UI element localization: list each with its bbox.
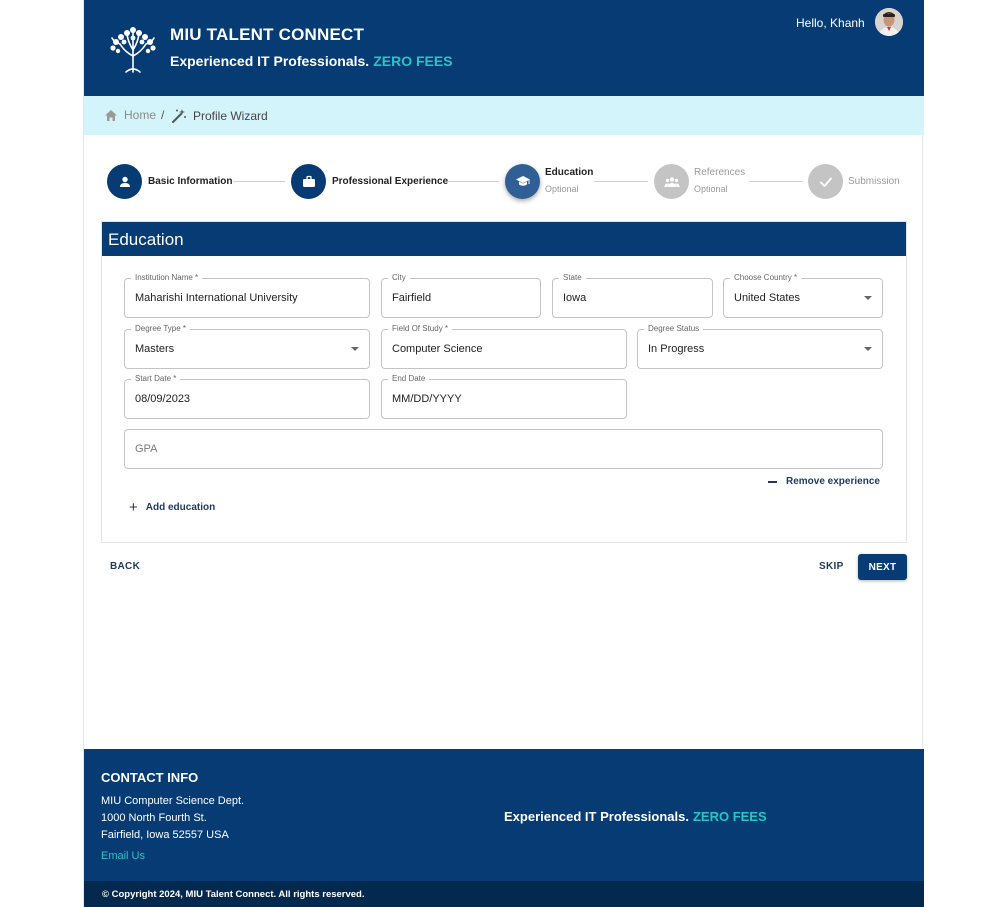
address-line: Fairfield, Iowa 52557 USA — [101, 829, 229, 841]
footer-tagline-highlight: ZERO FEES — [692, 809, 767, 824]
footer-tagline-text: Experienced IT Professionals. — [504, 809, 689, 824]
gpa-field[interactable]: GPA — [124, 429, 883, 469]
start-date-value: 08/09/2023 — [135, 393, 191, 405]
step-connector — [594, 181, 648, 182]
footer-tagline: Experienced IT Professionals. ZERO FEES — [504, 809, 767, 824]
start-date-label: Start Date * — [131, 374, 181, 384]
country-select[interactable]: Choose Country * United States — [723, 273, 883, 318]
step-education[interactable] — [505, 164, 540, 199]
breadcrumb-home-link[interactable]: Home — [104, 108, 156, 122]
person-icon — [119, 176, 130, 187]
avatar-image — [875, 8, 903, 36]
group-icon — [664, 176, 679, 187]
address-line: MIU Computer Science Dept. — [101, 795, 245, 807]
step-label-references: References — [694, 167, 746, 178]
add-education-label: Add education — [145, 502, 216, 513]
step-label-submission: Submission — [848, 176, 900, 187]
address-line: 1000 North Fourth St. — [101, 812, 207, 824]
city-field[interactable]: City Fairfield — [381, 273, 541, 318]
end-date-label: End Date — [388, 374, 430, 384]
institution-name-field[interactable]: Institution Name * Maharishi Internation… — [124, 273, 370, 318]
breadcrumb-separator: / — [161, 108, 165, 122]
start-date-field[interactable]: Start Date * 08/09/2023 — [124, 374, 370, 419]
contact-info-title: CONTACT INFO — [101, 770, 199, 785]
breadcrumb-current: Profile Wizard — [171, 108, 268, 124]
skip-button[interactable]: SKIP — [819, 561, 844, 572]
field-of-study-value: Computer Science — [392, 343, 483, 355]
step-submission[interactable] — [808, 164, 843, 199]
degree-type-value: Masters — [135, 343, 175, 355]
email-us-link[interactable]: Email Us — [101, 850, 145, 862]
step-label-education: Education — [545, 167, 594, 178]
site-header: MIU TALENT CONNECT Experienced IT Profes… — [84, 0, 924, 96]
copyright-text: © Copyright 2024, MIU Talent Connect. Al… — [102, 889, 365, 900]
briefcase-icon — [302, 175, 315, 187]
page: MIU TALENT CONNECT Experienced IT Profes… — [83, 0, 924, 907]
home-icon — [105, 109, 117, 121]
add-education-button[interactable]: + Add education — [129, 498, 216, 516]
user-avatar[interactable] — [875, 8, 903, 36]
tagline-text: Experienced IT Professionals. — [170, 53, 370, 69]
check-icon — [819, 177, 832, 187]
next-button[interactable]: NEXT — [858, 554, 907, 580]
breadcrumb-current-label: Profile Wizard — [193, 109, 268, 123]
step-optional-education: Optional — [545, 184, 579, 194]
tree-logo-icon[interactable] — [108, 22, 158, 74]
step-optional-references: Optional — [694, 184, 728, 194]
step-basic-information[interactable] — [107, 164, 142, 199]
step-connector — [233, 181, 285, 182]
city-value: Fairfield — [392, 292, 432, 304]
end-date-field[interactable]: End Date MM/DD/YYYY — [381, 374, 627, 419]
tagline-highlight: ZERO FEES — [373, 53, 453, 69]
header-tagline: Experienced IT Professionals. ZERO FEES — [170, 53, 453, 69]
degree-status-select[interactable]: Degree Status In Progress — [637, 324, 883, 369]
institution-name-label: Institution Name * — [131, 273, 203, 283]
institution-name-value: Maharishi International University — [135, 292, 298, 304]
dropdown-arrow-icon — [864, 296, 872, 300]
magic-wand-icon — [172, 109, 186, 123]
step-connector — [447, 181, 499, 182]
step-professional-experience[interactable] — [291, 164, 326, 199]
degree-type-select[interactable]: Degree Type * Masters — [124, 324, 370, 369]
state-value: Iowa — [563, 292, 587, 304]
step-label-basic-information: Basic Information — [148, 176, 233, 187]
state-field[interactable]: State Iowa — [552, 273, 713, 318]
graduation-cap-icon — [515, 176, 530, 186]
breadcrumb: Home / Profile Wizard — [84, 96, 924, 135]
degree-status-value: In Progress — [648, 343, 705, 355]
degree-type-label: Degree Type * — [131, 324, 190, 334]
step-label-professional-experience: Professional Experience — [332, 176, 449, 187]
remove-experience-label: Remove experience — [786, 476, 880, 487]
remove-experience-button[interactable]: Remove experience — [768, 476, 880, 487]
state-label: State — [559, 273, 586, 283]
dropdown-arrow-icon — [351, 347, 359, 351]
minus-icon — [768, 480, 777, 483]
section-title: Education — [102, 222, 906, 256]
degree-status-label: Degree Status — [644, 324, 704, 334]
step-references[interactable] — [654, 164, 689, 199]
field-of-study-label: Field Of Study * — [388, 324, 453, 334]
site-footer: CONTACT INFO MIU Computer Science Dept. … — [84, 749, 924, 881]
breadcrumb-home-label: Home — [124, 108, 157, 122]
field-of-study-field[interactable]: Field Of Study * Computer Science — [381, 324, 627, 369]
app-title: MIU TALENT CONNECT — [170, 25, 365, 44]
country-value: United States — [734, 292, 801, 304]
dropdown-arrow-icon — [864, 347, 872, 351]
back-button[interactable]: BACK — [110, 561, 140, 572]
copyright-bar: © Copyright 2024, MIU Talent Connect. Al… — [84, 881, 924, 907]
plus-icon: + — [129, 498, 138, 516]
end-date-value: MM/DD/YYYY — [392, 393, 462, 405]
user-greeting: Hello, Khanh — [796, 16, 865, 30]
city-label: City — [388, 273, 410, 283]
gpa-placeholder: GPA — [135, 443, 158, 455]
country-label: Choose Country * — [730, 273, 802, 283]
step-connector — [749, 181, 803, 182]
